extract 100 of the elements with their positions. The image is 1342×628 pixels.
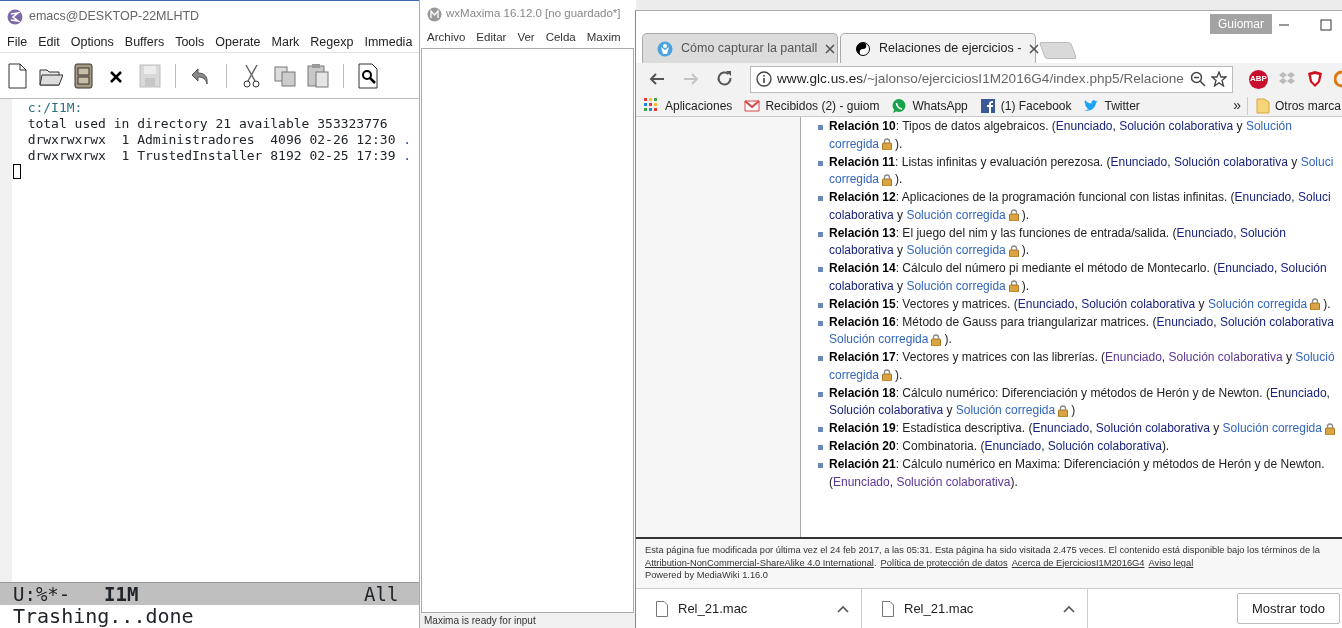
browser-tab[interactable]: Relaciones de ejercicios - [840, 33, 1036, 63]
directory-header: c:/I1M: [27, 100, 83, 115]
relation-label: Relación 21 [829, 456, 896, 473]
bookmark-folder[interactable]: Otros marca [1247, 96, 1341, 115]
item-text: : Vectores y matrices. ( [895, 295, 1018, 313]
link[interactable]: Solución corregida [906, 206, 1006, 224]
item-text: y [1212, 420, 1221, 437]
link[interactable]: Enunciado [833, 473, 890, 491]
item-text: y [896, 242, 905, 259]
download-item[interactable]: Rel_21.mac [862, 588, 1088, 628]
link[interactable]: Solución colaborativa [1219, 313, 1334, 331]
item-text: : Combinatoria. ( [895, 438, 985, 455]
status-text: Maxima is ready for input [420, 613, 636, 628]
bookmark[interactable]: Twitter [1083, 96, 1140, 115]
link[interactable]: Soluci [1300, 153, 1334, 171]
menu-item[interactable]: Editar [476, 29, 507, 47]
menu-item[interactable]: Mark [271, 32, 300, 52]
browser-tab[interactable]: Cómo capturar la pantall [642, 33, 838, 63]
link[interactable]: colaborativa [829, 242, 894, 260]
address-bar[interactable]: www.glc.us.es/~jalonso/ejerciciosI1M2016G4/index.php5/Relacione [750, 65, 1233, 93]
menu-item[interactable]: Immedia [364, 32, 413, 52]
menu-item[interactable]: Archivo [427, 29, 466, 47]
bookmark[interactable]: Recibidos (2) - guiom [744, 96, 880, 115]
show-all-button[interactable]: Mostrar todo [1237, 592, 1340, 625]
link[interactable]: colaborativa [829, 277, 894, 295]
item-text: , [1273, 260, 1279, 277]
item-text: y [945, 402, 954, 419]
link[interactable]: corregida [829, 171, 880, 189]
link[interactable]: Acerca de EjerciciosI1M2016G4 [1011, 556, 1145, 569]
link[interactable]: Solución corregida [955, 402, 1056, 420]
link[interactable]: Solución colaborativa [829, 402, 944, 420]
link[interactable]: Solución corregida [906, 277, 1006, 295]
menu-item[interactable]: Edit [38, 32, 60, 52]
item-text: , [1041, 438, 1046, 455]
item-text: , [1291, 189, 1296, 206]
link[interactable]: Attribution-NonCommercial-ShareAlike 4.0 International [645, 556, 874, 569]
link[interactable]: Solución colaborativa [1095, 420, 1210, 438]
menu-item[interactable]: Buffers [124, 32, 165, 52]
menu-item[interactable]: Options [70, 32, 114, 52]
link[interactable]: Enunciado [1269, 384, 1327, 402]
item-text: : Tipos de datos algebraicos. ( [895, 118, 1056, 135]
link[interactable]: Solución [1280, 260, 1327, 278]
link[interactable]: Solución corregida [906, 242, 1006, 260]
item-text: : Método de Gauss para triangularizar matrices. ( [895, 313, 1157, 331]
item-text: : Vectores y matrices con las librerías. ( [895, 349, 1106, 366]
link[interactable]: Política de protección de datos [880, 556, 1008, 569]
more-bookmarks-button[interactable]: » [1233, 95, 1241, 116]
item-text: , [1112, 118, 1117, 135]
link[interactable]: colaborativa [829, 206, 894, 224]
link[interactable]: Solución colaborativa [1081, 295, 1196, 313]
relation-label: Relación 20 [829, 438, 896, 455]
link[interactable]: Soluci [1297, 189, 1331, 207]
directory-name[interactable]: . [403, 148, 412, 163]
link[interactable]: Solución corregida [1207, 295, 1308, 313]
item-text: : Aplicaciones de la programación funcional con listas infinitas. ( [895, 189, 1235, 206]
item-text: y [1284, 349, 1293, 366]
bookmark[interactable]: Aplicaciones [644, 96, 733, 115]
link[interactable]: Solución colaborativa [896, 473, 1011, 491]
relation-label: Relación 16 [829, 313, 896, 331]
download-item[interactable]: Rel_21.mac [636, 588, 862, 628]
item-text: y [1235, 118, 1244, 135]
link[interactable]: Enunciado [1217, 260, 1274, 278]
bookmark[interactable]: WhatsApp [891, 96, 968, 115]
link[interactable]: corregida [829, 135, 880, 153]
link[interactable]: corregida [829, 366, 880, 384]
item-text: y [896, 277, 905, 295]
item-text: ). [1323, 295, 1331, 313]
menu-item[interactable]: File [7, 32, 28, 52]
relation-label: Relación 14 [829, 260, 896, 277]
link[interactable]: Solución colaborativa [1119, 118, 1234, 136]
bookmark[interactable]: (1) Facebook [979, 96, 1072, 115]
item-text: ) [1071, 402, 1076, 419]
item-text: , [1213, 313, 1218, 331]
menu-item[interactable]: Ver [517, 29, 535, 47]
link[interactable]: Enunciado [1055, 118, 1113, 136]
item-text: ). [1021, 277, 1030, 295]
menu-item[interactable]: Regexp [310, 32, 354, 52]
link[interactable]: Solució [1295, 349, 1335, 367]
menu-item[interactable]: Celda [545, 29, 576, 47]
adblock-button[interactable]: ABP [1249, 69, 1268, 89]
menu-item[interactable]: Tools [175, 32, 205, 52]
link[interactable]: Aviso legal [1148, 556, 1194, 569]
menu-item[interactable]: Operate [215, 32, 261, 52]
item-text: , [1161, 349, 1167, 366]
link[interactable]: Solución colaborativa [1173, 153, 1288, 171]
directory-name[interactable]: . [403, 132, 412, 147]
item-text: ). [944, 331, 952, 348]
item-text: y [1197, 295, 1206, 313]
menu-item[interactable]: Maxim [586, 29, 621, 47]
link[interactable]: Solución [1239, 224, 1286, 242]
item-text: , [1089, 420, 1094, 437]
link[interactable]: Solución [1245, 118, 1292, 136]
item-text: ( [829, 473, 833, 491]
link[interactable]: Solución colaborativa [1047, 438, 1162, 456]
link[interactable]: Solución colaborativa [1168, 349, 1283, 367]
link[interactable]: Solución corregida [829, 331, 929, 349]
relation-label: Relación 13 [829, 224, 896, 242]
item-text: : Estadística descriptiva. ( [895, 420, 1033, 437]
link[interactable]: Solución corregida [1222, 420, 1322, 438]
link[interactable]: Enunciado [1105, 349, 1162, 367]
